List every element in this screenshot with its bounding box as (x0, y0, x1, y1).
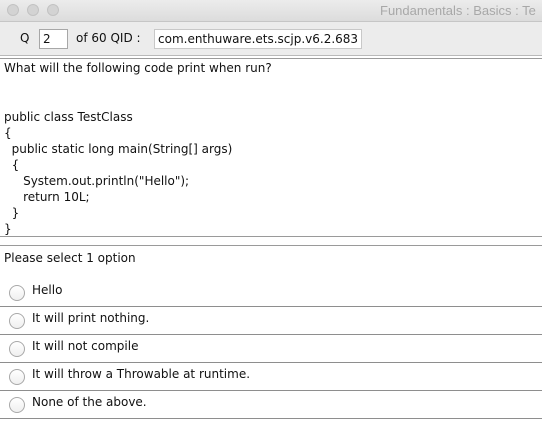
close-window-button[interactable] (7, 4, 19, 16)
code-line: public static long main(String[] args) (4, 142, 233, 156)
question-prompt: What will the following code print when … (4, 61, 272, 75)
code-line: System.out.println("Hello"); (4, 174, 190, 188)
code-line: return 10L; (4, 190, 90, 204)
radio-button[interactable] (9, 341, 25, 357)
question-number-input[interactable]: 2 (39, 29, 68, 49)
window-title: Fundamentals : Basics : Te (380, 3, 536, 18)
option-row-2[interactable]: It will print nothing. (0, 307, 542, 335)
options-panel: Please select 1 option Hello It will pri… (0, 245, 542, 437)
zoom-window-button[interactable] (47, 4, 59, 16)
minimize-window-button[interactable] (27, 4, 39, 16)
code-line: } (4, 206, 20, 220)
radio-button[interactable] (9, 285, 25, 301)
option-row-5[interactable]: None of the above. (0, 391, 542, 419)
question-count-label: of 60 QID : (76, 31, 141, 45)
option-label[interactable]: None of the above. (32, 395, 147, 409)
option-label[interactable]: It will print nothing. (32, 311, 149, 325)
radio-button[interactable] (9, 397, 25, 413)
title-bar: Fundamentals : Basics : Te (0, 0, 542, 22)
radio-button[interactable] (9, 313, 25, 329)
option-row-3[interactable]: It will not compile (0, 335, 542, 363)
code-line: { (4, 158, 20, 172)
option-row-4[interactable]: It will throw a Throwable at runtime. (0, 363, 542, 391)
question-header-bar: Q 2 of 60 QID : com.enthuware.ets.scjp.v… (0, 22, 542, 56)
option-label[interactable]: It will not compile (32, 339, 138, 353)
code-line: } (4, 222, 12, 236)
select-hint: Please select 1 option (4, 251, 136, 265)
question-label: Q (20, 31, 30, 45)
radio-button[interactable] (9, 369, 25, 385)
code-line: { (4, 126, 12, 140)
question-text-panel: What will the following code print when … (0, 58, 542, 237)
code-line: public class TestClass (4, 110, 133, 124)
qid-field[interactable]: com.enthuware.ets.scjp.v6.2.683 (154, 29, 362, 49)
option-label[interactable]: It will throw a Throwable at runtime. (32, 367, 250, 381)
option-row-1[interactable]: Hello (0, 279, 542, 307)
option-label[interactable]: Hello (32, 283, 62, 297)
